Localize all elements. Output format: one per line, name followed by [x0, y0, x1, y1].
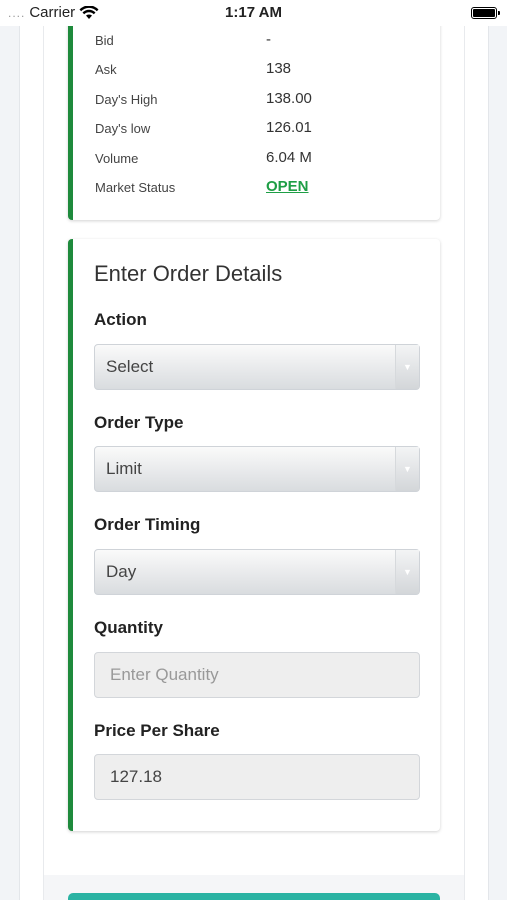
days-low-label: Day's low	[95, 121, 151, 136]
submit-button[interactable]	[68, 893, 440, 900]
order-type-select-value: Limit	[106, 459, 142, 478]
price-per-share-label: Price Per Share	[94, 721, 220, 740]
dropdown-arrow-icon: ▼	[395, 345, 419, 389]
bid-value: -	[266, 31, 271, 48]
action-label: Action	[94, 310, 147, 329]
bid-label: Bid	[95, 33, 114, 48]
market-status-label: Market Status	[95, 180, 176, 195]
order-details-card: Enter Order Details Action Select ▼ Orde…	[68, 239, 440, 831]
quantity-label: Quantity	[94, 618, 163, 637]
action-select-value: Select	[106, 357, 154, 376]
ask-value: 138	[266, 60, 292, 77]
days-high-value: 138.00	[266, 90, 312, 107]
battery-icon	[471, 7, 500, 19]
quantity-input[interactable]: Enter Quantity	[94, 652, 420, 698]
dropdown-arrow-icon: ▼	[395, 447, 419, 491]
order-timing-select-value: Day	[106, 562, 137, 581]
action-select[interactable]: Select ▼	[94, 344, 420, 390]
dropdown-arrow-icon: ▼	[395, 550, 419, 594]
price-per-share-input[interactable]: 127.18	[94, 754, 420, 800]
market-status-link[interactable]: OPEN	[266, 178, 309, 195]
order-type-select[interactable]: Limit ▼	[94, 446, 420, 492]
days-high-label: Day's High	[95, 92, 158, 107]
clock: 1:17 AM	[225, 4, 282, 21]
order-timing-select[interactable]: Day ▼	[94, 549, 420, 595]
order-timing-label: Order Timing	[94, 515, 201, 534]
status-bar: .... Carrier 1:17 AM	[0, 0, 507, 26]
order-details-title: Enter Order Details	[94, 261, 283, 286]
volume-label: Volume	[95, 151, 139, 166]
ask-label: Ask	[95, 62, 117, 77]
days-low-value: 126.01	[266, 119, 312, 136]
quote-card: Bid - Ask 138 Day's High 138.00 Day's lo…	[68, 0, 440, 220]
volume-value: 6.04 M	[266, 149, 312, 166]
order-type-label: Order Type	[94, 413, 184, 432]
